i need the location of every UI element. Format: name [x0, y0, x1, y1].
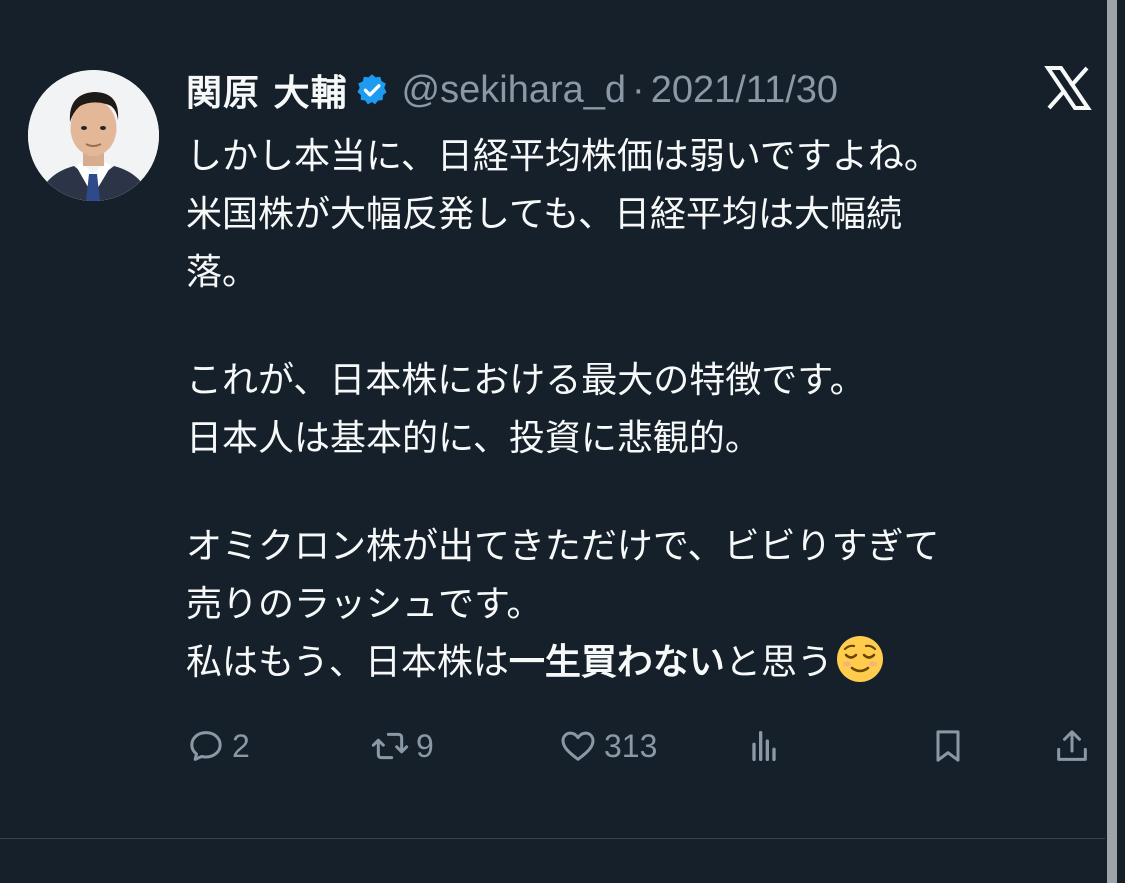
tweet-line: これが、日本株における最大の特徴です。 [186, 360, 866, 401]
retweet-icon [371, 732, 409, 760]
like-button[interactable]: 313 [558, 722, 657, 770]
tweet-text: しかし本当に、日経平均株価は弱いですよね。 米国株が大幅反発しても、日経平均は大… [186, 128, 1091, 692]
views-icon [752, 731, 776, 761]
share-button[interactable] [1052, 722, 1092, 770]
views-button[interactable] [744, 722, 784, 770]
tweet-line: 売りのラッシュです。 [186, 584, 543, 625]
like-count: 313 [604, 727, 658, 764]
retweet-button[interactable]: 9 [370, 722, 434, 770]
separator-dot: · [632, 68, 645, 111]
scrollbar[interactable] [1107, 0, 1117, 883]
author-name[interactable]: 関原 大輔 [186, 64, 348, 116]
reply-icon [190, 731, 222, 761]
reply-count: 2 [232, 727, 250, 764]
share-icon [1057, 730, 1087, 761]
relieved-face-emoji-icon [836, 636, 883, 682]
author-handle[interactable]: @sekihara_d [402, 69, 626, 112]
divider [0, 838, 1105, 839]
tweet-text-bold: 一生買わない [508, 642, 725, 683]
heart-icon [561, 731, 595, 761]
retweet-count: 9 [416, 727, 434, 764]
reply-button[interactable]: 2 [186, 722, 250, 770]
x-logo-icon[interactable] [1044, 64, 1092, 112]
tweet-line: オミクロン株が出てきただけで、ビビりすぎて [186, 526, 940, 567]
tweet-line: 日本人は基本的に、投資に悲観的。 [186, 418, 761, 459]
bookmark-icon [936, 730, 960, 762]
tweet-line-final: 私はもう、日本株は一生買わないと思う [186, 634, 1091, 692]
avatar[interactable] [28, 70, 159, 201]
tweet-line: しかし本当に、日経平均株価は弱いですよね。 [186, 136, 940, 177]
tweet-text-segment: 私はもう、日本株は [186, 642, 509, 683]
tweet-date[interactable]: 2021/11/30 [651, 69, 838, 112]
tweet-line: 米国株が大幅反発しても、日経平均は大幅続 [186, 194, 903, 235]
verified-badge-icon[interactable] [354, 72, 390, 108]
tweet-line: 落。 [186, 252, 259, 293]
bookmark-button[interactable] [928, 722, 968, 770]
tweet-header: 関原 大輔 @sekihara_d · 2021/11/30 [186, 64, 838, 116]
tweet-text-segment: と思う [724, 642, 833, 683]
tweet-actions: 2 9 313 [186, 722, 1091, 770]
